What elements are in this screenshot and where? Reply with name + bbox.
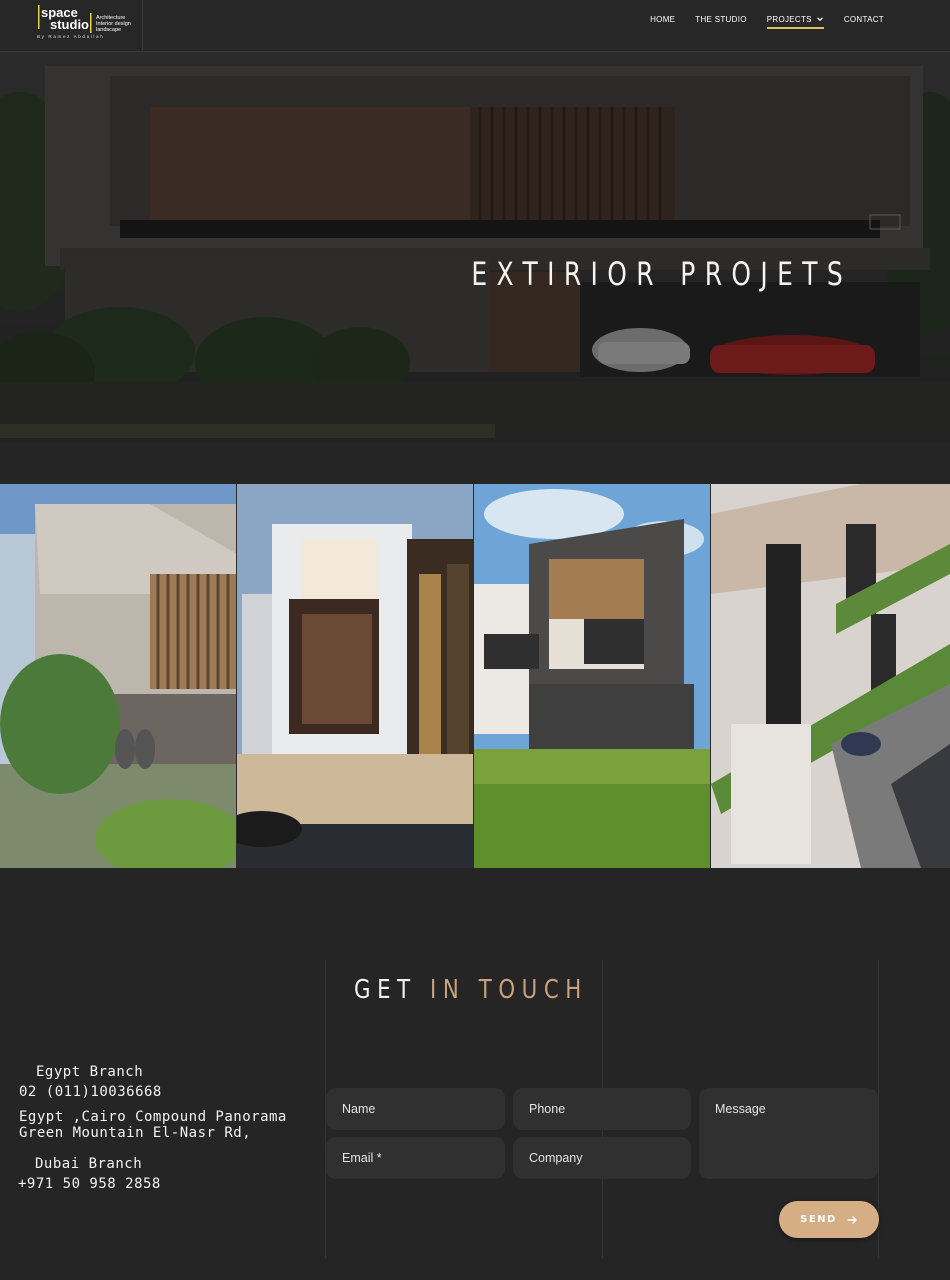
project-thumbnail-2[interactable]: [237, 484, 474, 868]
send-button[interactable]: SEND: [779, 1201, 879, 1238]
phone-input[interactable]: Phone: [513, 1088, 691, 1130]
nav-contact[interactable]: CONTACT: [844, 11, 884, 27]
site-header: space studio Architecture Interior desig…: [0, 0, 950, 52]
message-placeholder: Message: [715, 1102, 766, 1116]
title-part-get: GET: [354, 975, 417, 1005]
nav-the-studio[interactable]: THE STUDIO: [695, 11, 746, 27]
hero-image: [0, 52, 950, 442]
hero-banner: EXTIRIOR PROJETS: [0, 52, 950, 442]
title-part-in-touch: IN TOUCH: [430, 975, 588, 1005]
dubai-branch-label: Dubai Branch: [35, 1156, 143, 1172]
svg-text:landscape: landscape: [96, 27, 121, 33]
send-label: SEND: [800, 1214, 837, 1225]
message-textarea[interactable]: Message: [699, 1088, 878, 1179]
company-input[interactable]: Company: [513, 1137, 691, 1179]
project-gallery: [0, 484, 950, 868]
nav-home-label: HOME: [650, 14, 676, 24]
nav-projects[interactable]: PROJECTS: [766, 11, 824, 29]
egypt-phone[interactable]: 02 (011)10036668: [19, 1084, 162, 1100]
dubai-phone[interactable]: +971 50 958 2858: [18, 1176, 161, 1192]
egypt-address-line1: Egypt ,Cairo Compound Panorama: [19, 1109, 287, 1125]
egypt-branch-label: Egypt Branch: [36, 1064, 144, 1080]
name-placeholder: Name: [342, 1102, 376, 1116]
header-divider: [142, 0, 143, 50]
project-thumbnail-3[interactable]: [474, 484, 711, 868]
egypt-address-line2: Green Mountain El-Nasr Rd,: [19, 1125, 252, 1141]
project-thumbnail-4[interactable]: [711, 484, 950, 868]
nav-studio-label: THE STUDIO: [695, 14, 747, 24]
svg-text:By Ramez Abdallah: By Ramez Abdallah: [37, 34, 104, 39]
phone-placeholder: Phone: [529, 1102, 566, 1116]
nav-projects-label: PROJECTS: [766, 14, 812, 24]
company-placeholder: Company: [529, 1151, 583, 1165]
logo-text-studio: studio: [50, 17, 89, 32]
nav-contact-label: CONTACT: [843, 14, 884, 24]
email-input[interactable]: Email *: [326, 1137, 505, 1179]
email-placeholder: Email *: [342, 1151, 382, 1165]
get-in-touch-title: GET IN TOUCH: [354, 975, 588, 1005]
arrow-right-icon: [847, 1215, 857, 1224]
site-logo[interactable]: space studio Architecture Interior desig…: [36, 3, 142, 41]
hero-title: EXTIRIOR PROJETS: [471, 255, 852, 293]
project-thumbnail-1[interactable]: [0, 484, 237, 868]
name-input[interactable]: Name: [326, 1088, 505, 1130]
chevron-down-icon: [816, 17, 823, 22]
nav-home[interactable]: HOME: [650, 11, 675, 27]
main-nav: HOME THE STUDIO PROJECTS CONTACT: [650, 11, 884, 29]
